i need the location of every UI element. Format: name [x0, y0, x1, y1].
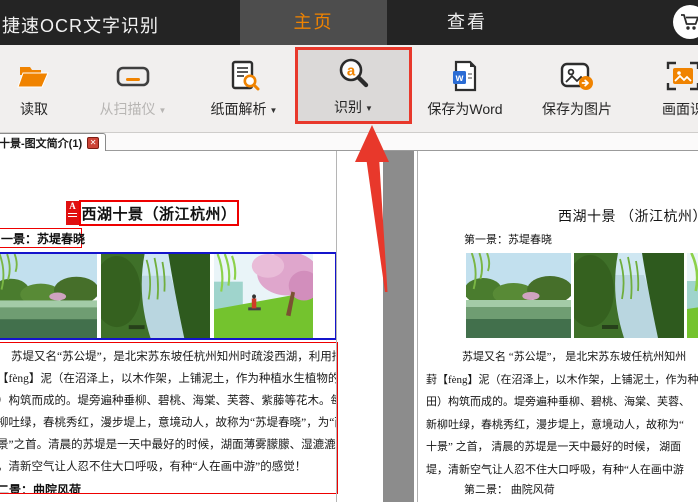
right-page-title: 西湖十景 （浙江杭州）: [558, 206, 698, 226]
photo-lake-willows: [0, 254, 97, 338]
paragraph-line: 柳吐绿，春桃秀红，漫步堤上，意境动人，故称为“苏堤春晓”，为“西湖: [0, 412, 337, 434]
photo-blossom-park: [214, 254, 313, 338]
content-area: A 西湖十景（浙江杭州） 一景：苏堤春晓: [0, 151, 698, 502]
left-page-title: 西湖十景（浙江杭州）: [81, 203, 236, 224]
screen-recognize-label: 画面识: [662, 101, 698, 117]
paragraph-line: ，清新空气让人忍不住大口呼吸，有种“人在画中游”的感觉！: [0, 456, 337, 478]
left-section2-heading: 二景：曲院风荷: [0, 481, 337, 494]
paragraph-line: 十景” 之首， 清晨的苏堤是一天中最好的时候， 湖面: [426, 436, 698, 459]
paragraph-line: 【fèng】泥（在沼泽上，以木作架，上铺泥土，作为种植水生植物的农田，叫葑: [0, 368, 337, 390]
open-folder-icon: [17, 57, 51, 95]
paragraph-line: 苏堤又名 “苏公堤”， 是北宋苏东坡任杭州知州: [426, 346, 698, 369]
ribbon-tab-view[interactable]: 查看: [387, 0, 547, 45]
paper-analysis-button[interactable]: 纸面解析▼: [203, 49, 285, 127]
recognize-label: 识别: [334, 99, 362, 115]
ocr-result-pane: 西湖十景 （浙江杭州） 第一景：苏堤春晓: [417, 151, 698, 502]
app-window: 捷速OCR文字识别 主页 查看 读取: [0, 0, 698, 502]
word-document-icon: w: [449, 57, 481, 95]
save-as-image-label: 保存为图片: [542, 101, 612, 117]
read-label: 读取: [20, 101, 48, 117]
paragraph-line: 景”之首。清晨的苏堤是一天中最好的时候，湖面薄雾朦朦、湿漉漉露水满: [0, 434, 337, 456]
svg-text:a: a: [346, 63, 355, 80]
right-section2-heading: 第二景： 曲院风荷: [464, 481, 555, 497]
photo-willow-canal: [101, 254, 210, 338]
paragraph-line: 苏堤又名“苏公堤”，是北宋苏东坡任杭州知州时疏浚西湖，利用挖出的: [0, 346, 337, 368]
dropdown-arrow-icon: ▼: [365, 104, 373, 113]
paper-analysis-label: 纸面解析: [211, 101, 267, 117]
cart-button[interactable]: [673, 5, 698, 39]
screen-recognize-button[interactable]: 画面识: [633, 49, 698, 127]
paragraph-line: 新柳吐绿，春桃秀红，漫步堤上，意境动人，故称为“: [426, 414, 698, 437]
result-paragraph: 苏堤又名 “苏公堤”， 是北宋苏东坡任杭州知州 葑【fèng】泥（在沼泽上，以木…: [426, 346, 698, 481]
paragraph-line: 田）构筑而成的。堤旁遍种垂柳、碧桃、海棠、芙蓉、: [426, 391, 698, 414]
document-tab-label: 十景-图文简介(1): [0, 135, 82, 151]
svg-text:w: w: [455, 73, 464, 84]
from-scanner-label: 从扫描仪: [100, 101, 156, 117]
dropdown-arrow-icon: ▼: [159, 106, 167, 115]
page-edge-divider: [336, 151, 337, 502]
recognize-magnifier-icon: a: [336, 55, 372, 93]
toolbar: 读取 从扫描仪▼ 纸面解析▼: [0, 45, 698, 133]
save-as-image-button[interactable]: 保存为图片: [535, 49, 619, 127]
paragraph-line: ）构筑而成的。堤旁遍种垂柳、碧桃、海棠、芙蓉、紫藤等花木。每到春季，: [0, 390, 337, 412]
save-as-word-button[interactable]: w 保存为Word: [420, 49, 510, 127]
result-image-row: [466, 253, 698, 338]
titlebar: 捷速OCR文字识别 主页 查看: [0, 0, 698, 45]
document-magnifier-icon: [227, 57, 261, 95]
photo-willow-canal: [574, 253, 684, 338]
paragraph-region-box: 苏堤又名“苏公堤”，是北宋苏东坡任杭州知州时疏浚西湖，利用挖出的 【fèng】泥…: [0, 342, 338, 494]
pane-splitter[interactable]: [383, 151, 414, 502]
text-region-marker-icon: A: [66, 201, 79, 225]
section1-region-box: 一景：苏堤春晓: [0, 228, 82, 248]
title-region-box: 西湖十景（浙江杭州）: [79, 200, 239, 226]
recognize-button[interactable]: a 识别▼: [295, 47, 412, 124]
ribbon-tab-home[interactable]: 主页: [240, 0, 387, 45]
original-document-pane: A 西湖十景（浙江杭州） 一景：苏堤春晓: [0, 151, 383, 502]
document-tab[interactable]: 十景-图文简介(1) ✕: [0, 133, 106, 151]
paragraph-line: 葑【fèng】泥（在沼泽上，以木作架，上铺泥土，作为种植: [426, 369, 698, 392]
right-section1-heading: 第一景：苏堤春晓: [464, 231, 552, 247]
read-button[interactable]: 读取: [4, 49, 64, 127]
frame-image-icon: [665, 57, 698, 95]
image-region-box: [0, 252, 337, 340]
save-as-word-label: 保存为Word: [427, 101, 502, 117]
tab-close-icon[interactable]: ✕: [87, 137, 99, 149]
dropdown-arrow-icon: ▼: [270, 106, 278, 115]
from-scanner-button[interactable]: 从扫描仪▼: [92, 49, 174, 127]
cart-icon: [679, 11, 698, 33]
paragraph-line: 堤，清新空气让人忍不住大口呼吸，有种“人在画中游: [426, 459, 698, 482]
image-export-icon: [559, 57, 595, 95]
document-tabbar: 十景-图文简介(1) ✕: [0, 133, 698, 151]
left-section1-heading: 一景：苏堤春晓: [1, 230, 85, 247]
app-title: 捷速OCR文字识别: [2, 12, 159, 38]
photo-lake-willows: [466, 253, 571, 338]
scanner-icon: [115, 57, 151, 95]
photo-blossom-park: [687, 253, 698, 338]
